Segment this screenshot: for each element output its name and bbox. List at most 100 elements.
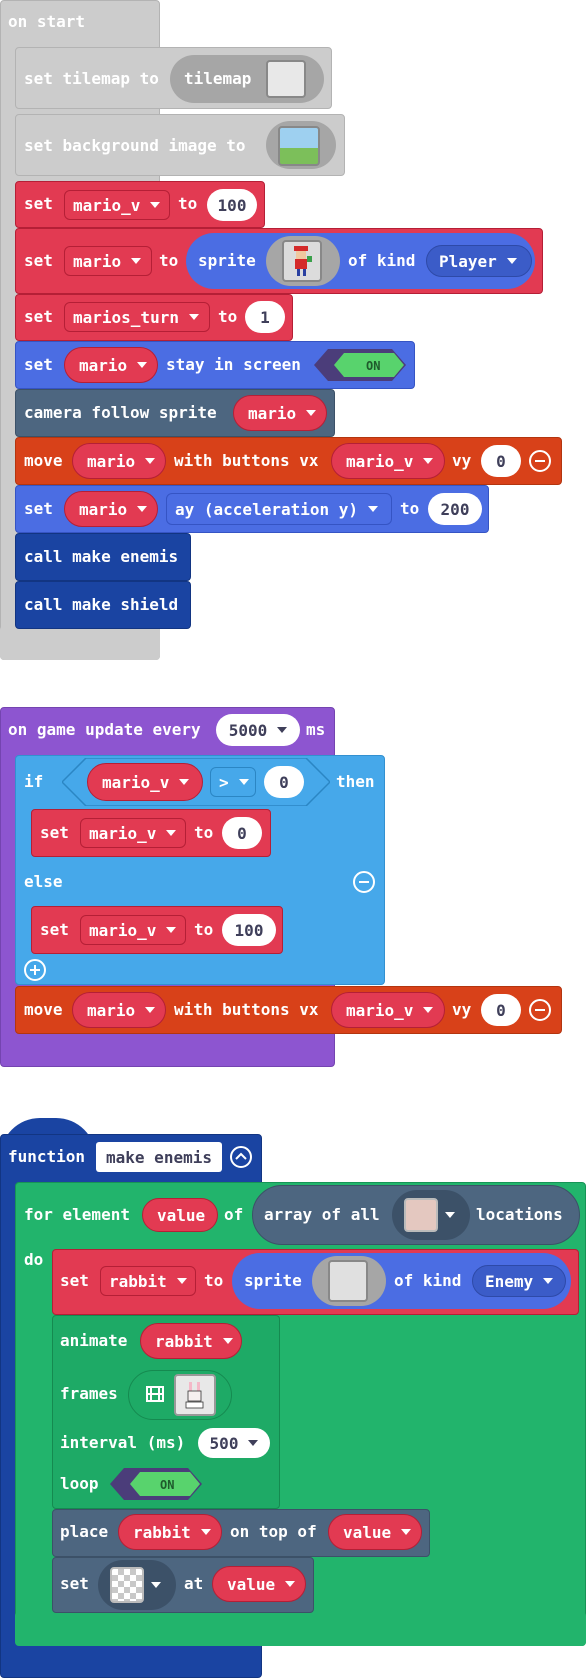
chevron-down-icon (248, 1440, 259, 1446)
do-keyword: do (24, 1250, 44, 1269)
tilemap-thumbnail[interactable] (266, 60, 306, 98)
chevron-down-icon (131, 258, 142, 264)
call-make-shield-label: call make shield (24, 595, 179, 614)
to-keyword: to (178, 194, 198, 213)
vy-label: vy (452, 1000, 472, 1019)
to-keyword: to (194, 823, 214, 842)
vy-value-input[interactable]: 0 (481, 994, 521, 1026)
set-keyword: set (24, 307, 53, 326)
vy-value-input[interactable]: 0 (481, 445, 521, 477)
loop-toggle-on[interactable]: ON (160, 1475, 174, 1495)
rabbit-variable-pill[interactable]: rabbit (140, 1323, 242, 1359)
kind-enemy-dropdown[interactable]: Enemy (472, 1265, 566, 1297)
chevron-down-icon (277, 727, 288, 733)
background-image-thumbnail[interactable] (278, 126, 320, 166)
camera-follow-label: camera follow sprite (24, 403, 217, 422)
value-variable-pill[interactable]: value (212, 1566, 306, 1602)
at-keyword: at (184, 1574, 204, 1593)
set-value-input[interactable]: 100 (222, 914, 276, 946)
acceleration-value-input[interactable]: 200 (428, 493, 482, 525)
mario-variable-dropdown[interactable]: mario (64, 246, 152, 276)
to-keyword: to (204, 1271, 224, 1290)
mario-v-variable-dropdown[interactable]: mario_v (64, 190, 170, 220)
set-keyword: set (40, 823, 69, 842)
frames-label: frames (60, 1384, 118, 1403)
acceleration-property-dropdown[interactable]: ay (acceleration y) (166, 493, 392, 525)
mario-variable-pill[interactable]: mario (72, 443, 166, 479)
remove-parameter-icon[interactable] (529, 999, 551, 1021)
chevron-down-icon[interactable] (151, 1582, 161, 1588)
stay-toggle-on[interactable]: ON (366, 356, 380, 376)
function-name-input[interactable]: make enemis (96, 1142, 222, 1172)
on-game-update-label: on game update every (8, 720, 201, 739)
chevron-down-icon (368, 506, 379, 512)
chevron-down-icon (306, 410, 317, 416)
of-kind-keyword: of kind (394, 1271, 462, 1290)
rabbit-sprite-thumbnail[interactable] (328, 1260, 368, 1302)
ms-label: ms (306, 720, 326, 739)
add-else-if-icon[interactable] (24, 959, 46, 981)
set-keyword: set (24, 499, 53, 518)
mario-v-variable-pill[interactable]: mario_v (331, 443, 445, 479)
mario-v-variable-pill[interactable]: mario_v (331, 992, 445, 1028)
animate-label: animate (60, 1331, 128, 1350)
locations-label: locations (476, 1205, 563, 1224)
collapse-icon[interactable] (230, 1146, 252, 1168)
mario-v-variable-dropdown[interactable]: mario_v (80, 915, 186, 945)
tile-thumbnail[interactable] (404, 1198, 438, 1232)
rabbit-icon (185, 1382, 204, 1409)
set-background-label: set background image to (24, 136, 246, 155)
interval-value-dropdown[interactable]: 500 (198, 1428, 270, 1458)
mario-variable-pill[interactable]: mario (72, 992, 166, 1028)
value-variable-pill[interactable]: value (142, 1198, 218, 1232)
operator-dropdown[interactable]: > (210, 767, 256, 797)
chevron-down-icon (166, 927, 177, 933)
for-element-footer (15, 1612, 586, 1646)
chevron-down-icon (137, 362, 148, 368)
sprite-keyword: sprite (198, 251, 256, 270)
function-keyword: function (8, 1147, 86, 1166)
set-keyword: set (24, 194, 53, 213)
stay-toggle-shape[interactable] (314, 349, 406, 381)
kind-player-dropdown[interactable]: Player (426, 245, 532, 277)
to-keyword: to (218, 307, 238, 326)
mario-v-variable-dropdown[interactable]: mario_v (80, 818, 186, 848)
chevron-down-icon (166, 830, 177, 836)
rabbit-variable-dropdown[interactable]: rabbit (100, 1266, 196, 1296)
loop-toggle-shape[interactable] (110, 1468, 202, 1500)
remove-parameter-icon[interactable] (529, 450, 551, 472)
mario-variable-pill[interactable]: mario (64, 347, 158, 383)
mario-v-variable-pill[interactable]: mario_v (87, 763, 203, 801)
marios-turn-variable-dropdown[interactable]: marios_turn (64, 302, 210, 332)
chevron-down-icon (506, 258, 517, 264)
value-variable-pill[interactable]: value (328, 1514, 422, 1550)
chevron-down-icon (137, 506, 148, 512)
mario-variable-pill[interactable]: mario (233, 395, 327, 431)
marios-turn-value-input[interactable]: 1 (245, 301, 285, 333)
condition-value-input[interactable]: 0 (264, 766, 304, 798)
update-interval-dropdown[interactable]: 5000 (216, 714, 300, 746)
mario-variable-pill[interactable]: mario (64, 491, 158, 527)
to-keyword: to (194, 920, 214, 939)
set-value-input[interactable]: 0 (222, 817, 262, 849)
on-start-label: on start (8, 12, 86, 31)
chevron-down-icon[interactable] (445, 1212, 455, 1218)
transparent-tile-thumbnail[interactable] (110, 1567, 144, 1603)
with-buttons-vx-label: with buttons vx (174, 1000, 319, 1019)
chevron-down-icon (176, 1278, 187, 1284)
to-keyword: to (159, 251, 179, 270)
move-keyword: move (24, 1000, 63, 1019)
rabbit-frames-thumbnail[interactable] (174, 1374, 216, 1416)
of-keyword: of (224, 1205, 244, 1224)
chevron-down-icon (401, 1529, 412, 1535)
mario-sprite-thumbnail[interactable] (282, 240, 322, 282)
array-of-all-label: array of all (264, 1205, 380, 1224)
chevron-down-icon (423, 458, 434, 464)
remove-else-icon[interactable] (353, 871, 375, 893)
mario-v-value-input[interactable]: 100 (207, 189, 257, 221)
if-keyword: if (24, 772, 44, 791)
on-top-of-label: on top of (230, 1522, 317, 1541)
rabbit-variable-pill[interactable]: rabbit (118, 1514, 222, 1550)
set-keyword: set (60, 1271, 89, 1290)
place-label: place (60, 1522, 109, 1541)
